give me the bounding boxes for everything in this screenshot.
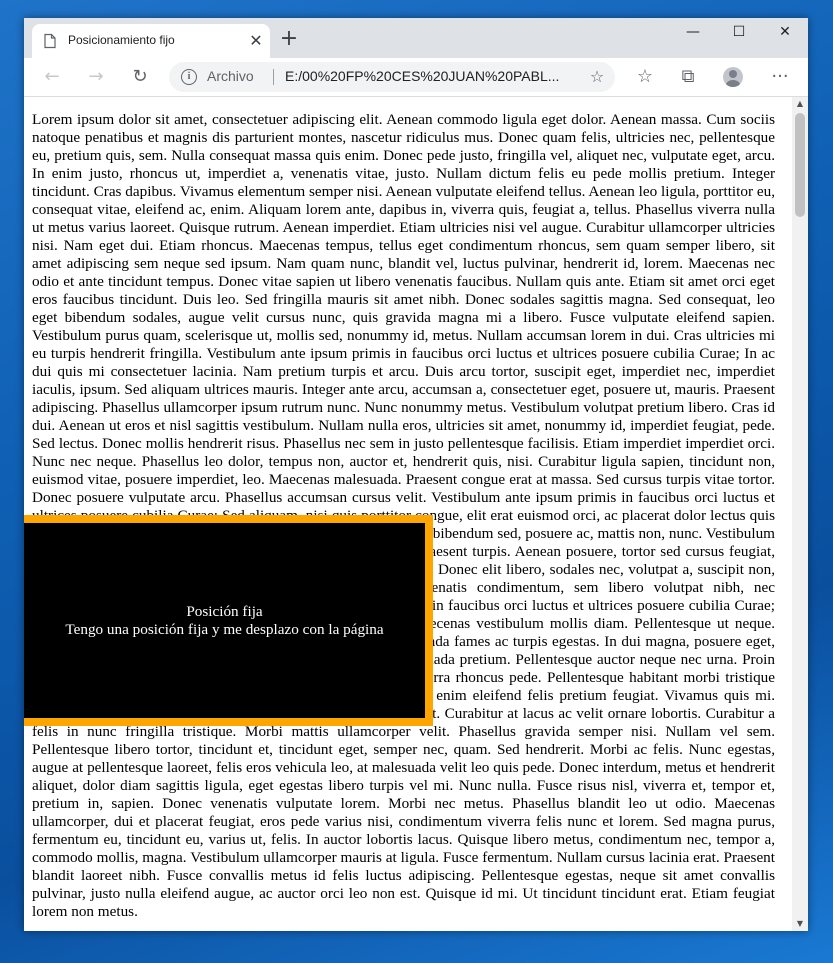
- new-tab-button[interactable]: +: [277, 28, 301, 52]
- settings-menu-button[interactable]: ···: [766, 63, 794, 91]
- favorites-button[interactable]: ☆: [631, 63, 659, 91]
- browser-window: Posicionamiento fijo ✕ + — ☐ ✕ ← → ↻ i A…: [24, 18, 808, 931]
- address-bar[interactable]: i Archivo E:/00%20FP%20CES%20JUAN%20PABL…: [169, 62, 615, 92]
- url-text[interactable]: E:/00%20FP%20CES%20JUAN%20PABL...: [285, 68, 575, 84]
- close-tab-icon[interactable]: ✕: [246, 31, 266, 51]
- scroll-up-arrow-icon[interactable]: ▲: [792, 97, 808, 111]
- document-icon: [44, 33, 56, 49]
- reload-button[interactable]: ↻: [126, 63, 154, 91]
- fixed-box-text: Tengo una posición fija y me desplazo co…: [65, 620, 384, 638]
- address-separator: [273, 69, 274, 85]
- minimize-button[interactable]: —: [670, 18, 716, 48]
- browser-toolbar: ← → ↻ i Archivo E:/00%20FP%20CES%20JUAN%…: [24, 58, 808, 97]
- url-scheme-label: Archivo: [207, 68, 254, 84]
- forward-button[interactable]: →: [82, 63, 110, 91]
- scroll-down-arrow-icon[interactable]: ▼: [792, 917, 808, 931]
- add-favorite-icon[interactable]: ☆: [585, 65, 609, 89]
- fixed-box-title: Posición fija: [186, 602, 263, 620]
- fixed-position-box: Posición fija Tengo una posición fija y …: [24, 515, 433, 726]
- profile-avatar[interactable]: [723, 67, 743, 87]
- title-bar: Posicionamiento fijo ✕ + — ☐ ✕: [24, 18, 808, 58]
- collections-button[interactable]: ⧉: [674, 63, 702, 91]
- maximize-button[interactable]: ☐: [716, 18, 762, 48]
- scroll-thumb[interactable]: [795, 113, 805, 217]
- page-viewport: Lorem ipsum dolor sit amet, consectetuer…: [24, 97, 792, 931]
- tab-title: Posicionamiento fijo: [68, 33, 175, 47]
- back-button[interactable]: ←: [38, 63, 66, 91]
- close-window-button[interactable]: ✕: [762, 18, 808, 48]
- info-icon[interactable]: i: [181, 69, 197, 85]
- vertical-scrollbar[interactable]: ▲ ▼: [792, 97, 808, 931]
- tab-posicionamiento-fijo[interactable]: Posicionamiento fijo ✕: [32, 24, 270, 58]
